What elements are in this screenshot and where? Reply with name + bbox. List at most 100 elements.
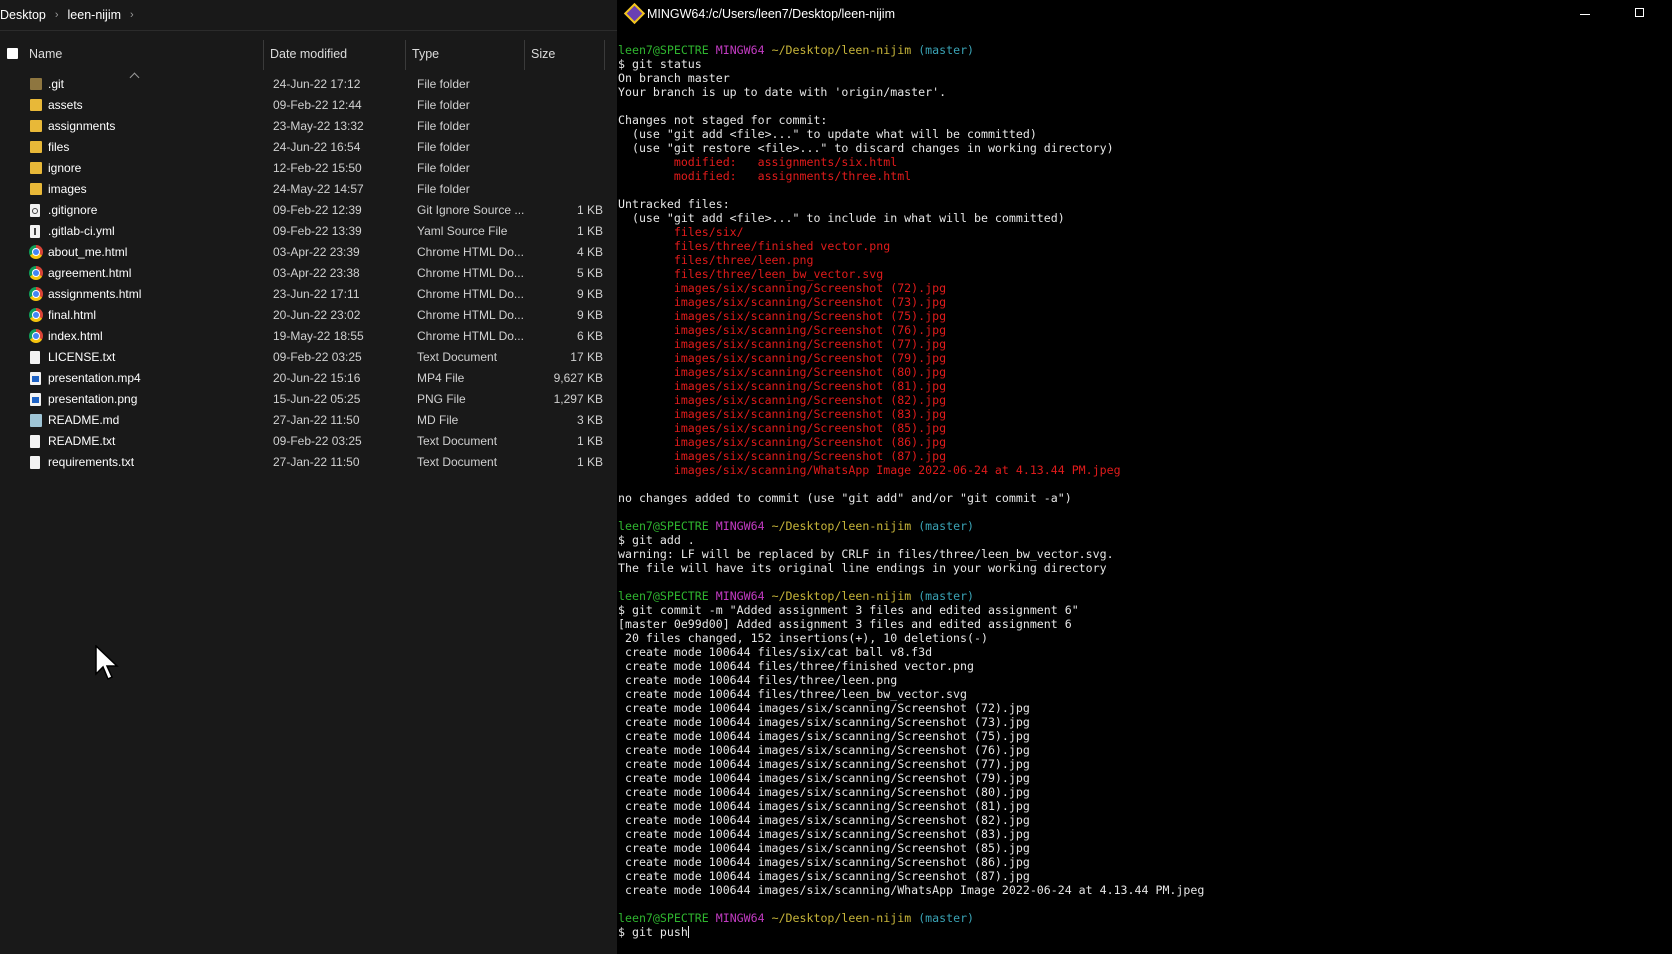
terminal-text: files/three/leen.png — [618, 253, 814, 267]
file-row[interactable]: assignments.html 23-Jun-22 17:11 Chrome HT… — [0, 284, 617, 305]
terminal-line: create mode 100644 images/six/scanning/S… — [618, 869, 1668, 883]
file-type: Chrome HTML Do... — [417, 245, 524, 259]
column-divider[interactable] — [524, 40, 525, 70]
terminal-line: images/six/scanning/Screenshot (77).jpg — [618, 337, 1668, 351]
terminal-text: images/six/scanning/Screenshot (72).jpg — [618, 281, 947, 295]
terminal-line: images/six/scanning/Screenshot (80).jpg — [618, 365, 1668, 379]
column-divider[interactable] — [604, 40, 605, 70]
file-name: agreement.html — [48, 266, 132, 280]
terminal-line: 20 files changed, 152 insertions(+), 10 … — [618, 631, 1668, 645]
terminal-output[interactable]: leen7@SPECTRE MINGW64 ~/Desktop/leen-nij… — [618, 43, 1668, 939]
git-bash-logo-icon — [623, 2, 646, 25]
file-date-modified: 23-May-22 13:32 — [273, 119, 364, 133]
terminal-text: create mode 100644 images/six/scanning/S… — [618, 869, 1030, 883]
select-all-checkbox[interactable] — [7, 48, 18, 59]
media-file-icon — [30, 393, 41, 406]
terminal-text: images/six/scanning/Screenshot (76).jpg — [618, 323, 947, 337]
terminal-text: (use "git restore <file>..." to discard … — [618, 141, 1114, 155]
file-row[interactable]: presentation.png 15-Jun-22 05:25 PNG File 1… — [0, 389, 617, 410]
terminal-text: images/six/scanning/Screenshot (73).jpg — [618, 295, 947, 309]
file-row[interactable]: about_me.html 03-Apr-22 23:39 Chrome HTML … — [0, 242, 617, 263]
file-type: Yaml Source File — [417, 224, 508, 238]
breadcrumb-item-leen-nijim[interactable]: leen-nijim — [68, 8, 122, 22]
terminal-text: create mode 100644 images/six/scanning/S… — [618, 743, 1030, 757]
file-row[interactable]: README.txt 09-Feb-22 03:25 Text Document 1 … — [0, 431, 617, 452]
column-header-date-modified[interactable]: Date modified — [270, 34, 347, 64]
column-header-type[interactable]: Type — [412, 34, 439, 64]
terminal-text: ~/Desktop/leen-nijim — [771, 43, 912, 57]
file-row[interactable]: presentation.mp4 20-Jun-22 15:16 MP4 File 9… — [0, 368, 617, 389]
terminal-text: [master 0e99d00] Added assignment 3 file… — [618, 617, 1072, 631]
folder-icon — [30, 141, 42, 153]
file-row[interactable]: LICENSE.txt 09-Feb-22 03:25 Text Document 1… — [0, 347, 617, 368]
file-row[interactable]: .gitignore 09-Feb-22 12:39 Git Ignore Sour… — [0, 200, 617, 221]
terminal-text: (use "git add <file>..." to include in w… — [618, 211, 1065, 225]
file-type: MP4 File — [417, 371, 465, 385]
terminal-line: create mode 100644 images/six/scanning/S… — [618, 701, 1668, 715]
terminal-text: Changes not staged for commit: — [618, 113, 828, 127]
terminal-line: images/six/scanning/Screenshot (83).jpg — [618, 407, 1668, 421]
file-row[interactable]: .git 24-Jun-22 17:12 File folder — [0, 74, 617, 95]
terminal-line: images/six/scanning/Screenshot (72).jpg — [618, 281, 1668, 295]
terminal-line: create mode 100644 images/six/scanning/W… — [618, 883, 1668, 897]
terminal-line: files/three/leen.png — [618, 253, 1668, 267]
terminal-line: images/six/scanning/Screenshot (81).jpg — [618, 379, 1668, 393]
terminal-line: warning: LF will be replaced by CRLF in … — [618, 547, 1668, 561]
file-row[interactable]: images 24-May-22 14:57 File folder — [0, 179, 617, 200]
terminal-line: create mode 100644 images/six/scanning/S… — [618, 827, 1668, 841]
file-row[interactable]: final.html 20-Jun-22 23:02 Chrome HTML Do.… — [0, 305, 617, 326]
terminal-text: create mode 100644 images/six/scanning/S… — [618, 757, 1030, 771]
terminal-text: On branch master — [618, 71, 730, 85]
terminal-text: images/six/scanning/Screenshot (82).jpg — [618, 393, 947, 407]
file-row[interactable]: ignore 12-Feb-22 15:50 File folder — [0, 158, 617, 179]
terminal-text: Your branch is up to date with 'origin/m… — [618, 85, 947, 99]
file-size: 4 KB — [576, 245, 603, 259]
column-divider[interactable] — [263, 40, 264, 70]
terminal-line: create mode 100644 files/three/finished … — [618, 659, 1668, 673]
file-icon-cell — [27, 74, 43, 95]
terminal-text: create mode 100644 images/six/scanning/W… — [618, 883, 1205, 897]
text-file-icon — [30, 456, 40, 469]
terminal-window[interactable]: MINGW64:/c/Users/leen7/Desktop/leen-niji… — [617, 0, 1672, 954]
column-header-size[interactable]: Size — [531, 34, 555, 64]
terminal-text: images/six/scanning/Screenshot (80).jpg — [618, 365, 947, 379]
file-size — [530, 137, 603, 158]
file-icon-cell — [27, 389, 43, 410]
column-divider[interactable] — [405, 40, 406, 70]
file-size: 1 KB — [576, 203, 603, 217]
minimize-button[interactable] — [1570, 3, 1600, 25]
file-icon-cell — [27, 137, 43, 158]
file-row[interactable]: requirements.txt 27-Jan-22 11:50 Text Docu… — [0, 452, 617, 473]
file-size: 6 KB — [576, 329, 603, 343]
file-row[interactable]: index.html 19-May-22 18:55 Chrome HTML Do.… — [0, 326, 617, 347]
file-type: Git Ignore Source ... — [417, 203, 525, 217]
terminal-line: modified: assignments/six.html — [618, 155, 1668, 169]
breadcrumb-item-desktop[interactable]: Desktop — [0, 8, 46, 22]
terminal-text: create mode 100644 images/six/scanning/S… — [618, 827, 1030, 841]
chevron-right-icon[interactable]: › — [130, 9, 134, 21]
file-row[interactable]: agreement.html 03-Apr-22 23:38 Chrome HTML… — [0, 263, 617, 284]
breadcrumb: Desktop › leen-nijim › — [0, 0, 617, 31]
file-row[interactable]: files 24-Jun-22 16:54 File folder — [0, 137, 617, 158]
file-icon-cell — [27, 452, 43, 473]
maximize-button[interactable] — [1625, 3, 1655, 25]
folder-icon — [30, 162, 42, 174]
file-name: assignments.html — [48, 287, 142, 301]
file-date-modified: 09-Feb-22 03:25 — [273, 350, 362, 364]
file-icon-cell — [27, 284, 43, 305]
column-header-name[interactable]: Name — [29, 34, 62, 64]
terminal-title-bar[interactable]: MINGW64:/c/Users/leen7/Desktop/leen-niji… — [617, 0, 1672, 28]
file-row[interactable]: assets 09-Feb-22 12:44 File folder — [0, 95, 617, 116]
file-date-modified: 03-Apr-22 23:38 — [273, 266, 360, 280]
markdown-file-icon — [30, 414, 42, 427]
terminal-line: images/six/scanning/WhatsApp Image 2022-… — [618, 463, 1668, 477]
file-row[interactable]: README.md 27-Jan-22 11:50 MD File 3 KB — [0, 410, 617, 431]
terminal-line: modified: assignments/three.html — [618, 169, 1668, 183]
file-row[interactable]: assignments 23-May-22 13:32 File folder — [0, 116, 617, 137]
file-row[interactable]: .gitlab-ci.yml 09-Feb-22 13:39 Yaml Source… — [0, 221, 617, 242]
terminal-line: files/three/leen_bw_vector.svg — [618, 267, 1668, 281]
